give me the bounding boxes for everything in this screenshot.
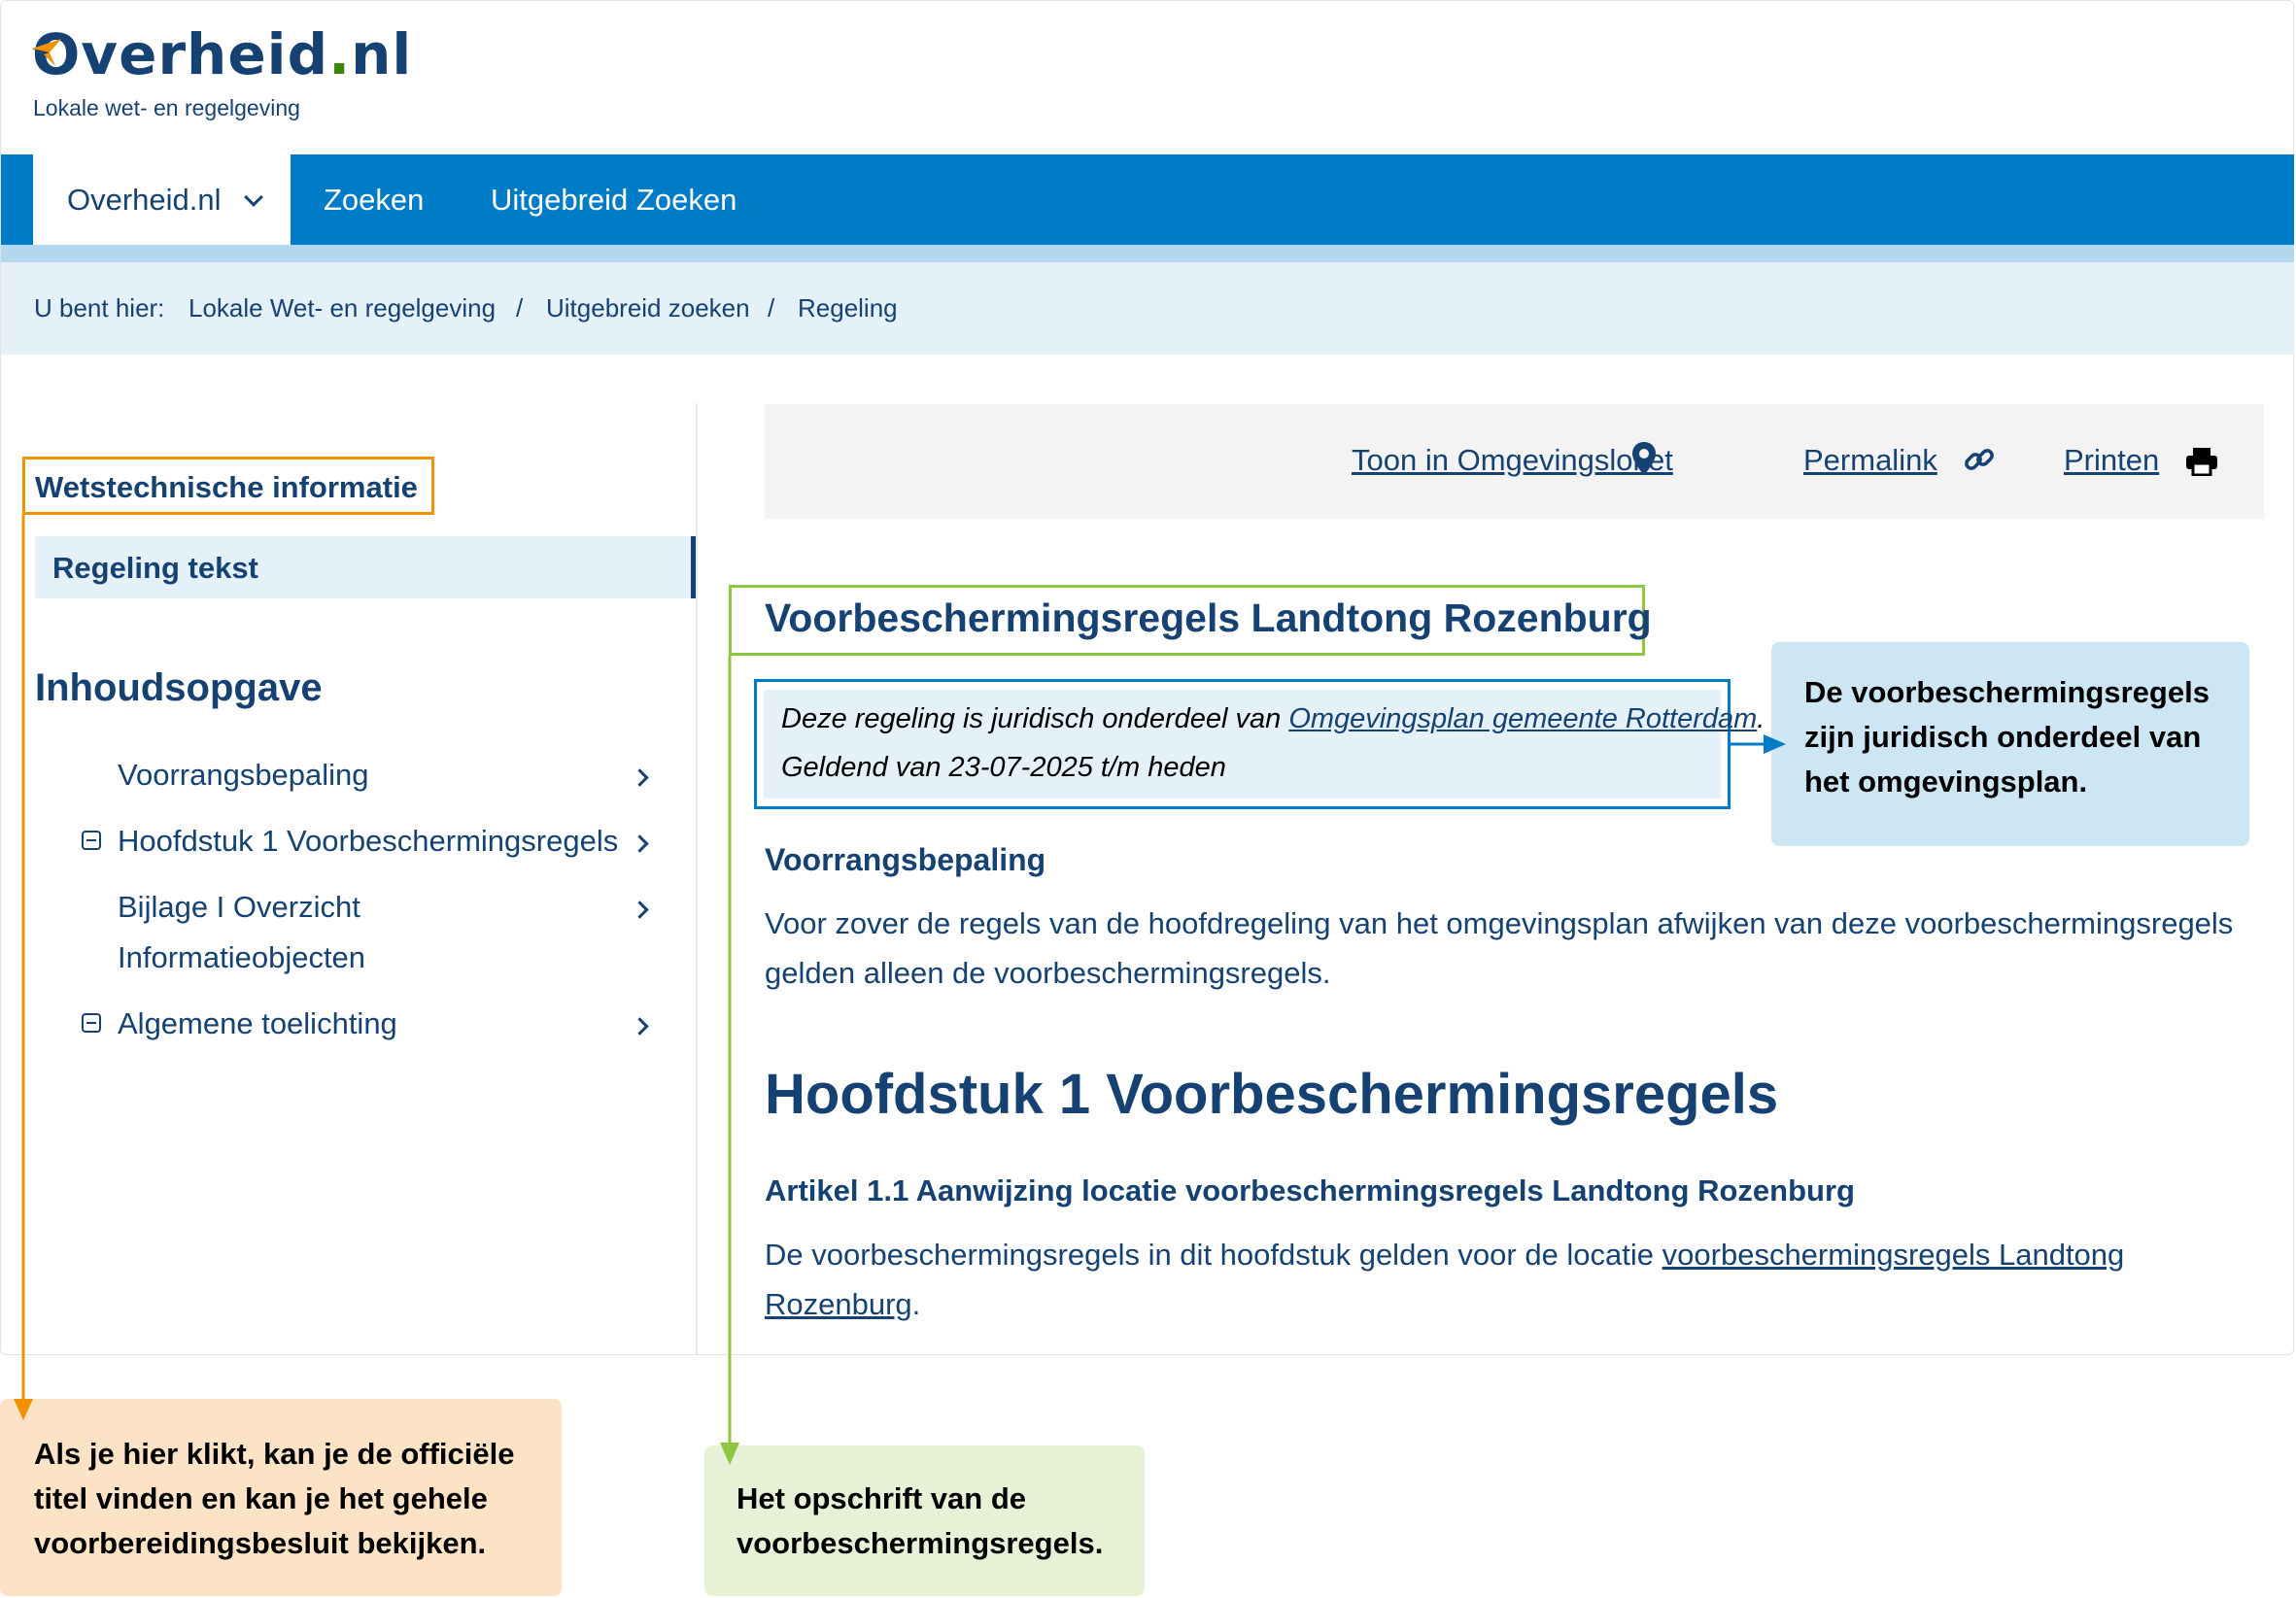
arrow-blue-head: [1764, 734, 1786, 754]
annotation-arrows: [14, 515, 1786, 1465]
arrow-orange-head: [14, 1399, 33, 1420]
arrow-green-head: [720, 1443, 739, 1465]
